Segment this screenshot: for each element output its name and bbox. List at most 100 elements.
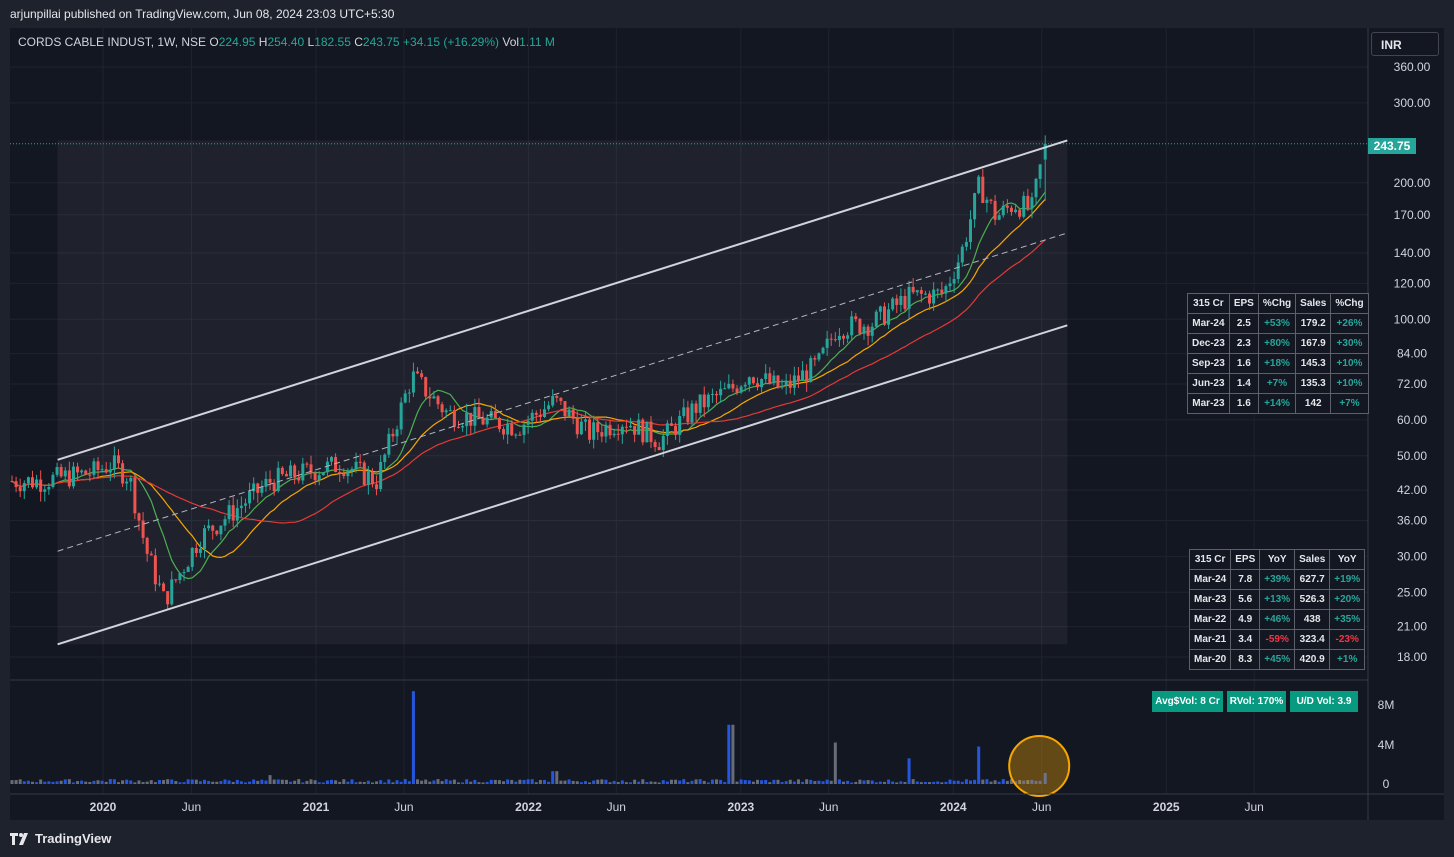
currency-selector[interactable]: INR — [1371, 32, 1439, 56]
candle-body — [100, 469, 104, 471]
volume-bar — [145, 781, 149, 784]
volume-bar — [88, 782, 92, 784]
candle-body — [772, 375, 776, 384]
volume-bar — [424, 779, 428, 784]
volume-bar — [121, 780, 125, 784]
volume-axis: 8M 4M 0 — [1378, 698, 1395, 791]
candle-body — [678, 416, 682, 435]
volume-bar — [522, 779, 526, 784]
volume-bar — [239, 781, 243, 784]
candle-body — [973, 193, 977, 220]
candle-body — [743, 384, 747, 387]
volume-bar — [583, 781, 587, 784]
volume-bar — [194, 779, 198, 784]
candle-body — [903, 296, 907, 309]
volume-bar — [751, 781, 755, 784]
volume-bar — [813, 781, 817, 784]
candle-body — [948, 283, 952, 287]
candle-body — [674, 425, 678, 435]
candle-body — [436, 396, 440, 405]
candle-body — [485, 417, 489, 425]
volume-tick-label: 8M — [1378, 698, 1395, 712]
volume-bar — [772, 779, 776, 784]
table-row: Mar-24 7.8 +39% 627.7 +19% — [1188, 569, 1366, 590]
candle-body — [452, 410, 456, 427]
volume-bar — [710, 779, 714, 784]
volume-bar — [473, 779, 477, 784]
candle-body — [342, 473, 346, 477]
volume-bar — [375, 781, 379, 784]
volume-bar — [186, 779, 190, 784]
volume-bar — [608, 782, 612, 784]
chart-canvas[interactable]: 360.00 300.00 200.00 170.00 140.00 120.00 100.… — [0, 0, 1454, 857]
table-cell: 323.4 — [1294, 629, 1331, 650]
candle-body — [686, 407, 690, 423]
candle-body — [596, 422, 600, 433]
table-cell: -23% — [1329, 629, 1366, 650]
candle-body — [481, 417, 485, 425]
volume-label: Vol — [502, 35, 520, 49]
volume-bar — [817, 780, 821, 784]
candle-body — [166, 591, 170, 605]
volume-bar — [674, 779, 678, 784]
volume-bar — [780, 782, 784, 784]
candle-body — [661, 435, 665, 451]
candle-body — [317, 475, 321, 481]
last-price-tag: 243.75 — [1368, 138, 1416, 154]
volume-bar — [739, 779, 743, 784]
tradingview-logo[interactable]: TradingView — [10, 831, 111, 846]
volume-bar — [297, 779, 301, 784]
volume-bar — [768, 782, 772, 784]
volume-bar — [993, 780, 997, 784]
table-cell: +14% — [1257, 393, 1297, 414]
volume-bar — [907, 758, 911, 784]
time-tick-label: Jun — [1032, 800, 1051, 814]
volume-bar — [801, 781, 805, 784]
volume-bar — [575, 781, 579, 784]
candle-body — [174, 579, 178, 581]
close-value: 243.75 — [362, 35, 400, 49]
close-label: C — [354, 35, 363, 49]
candle-body — [440, 404, 444, 413]
candle-body — [215, 530, 219, 535]
candle-body — [977, 176, 981, 194]
volume-bar — [645, 781, 649, 784]
volume-bar — [985, 779, 989, 784]
candle-body — [203, 528, 207, 549]
price-tick-label: 18.00 — [1397, 650, 1427, 664]
symbol-name[interactable]: CORDS CABLE INDUST, 1W, NSE — [18, 35, 206, 49]
candle-body — [1018, 209, 1022, 217]
table-row: Sep-23 1.6 +18% 145.3 +10% — [1187, 353, 1369, 374]
candle-body — [616, 433, 620, 435]
price-tick-label: 84.00 — [1397, 347, 1427, 361]
candle-body — [182, 572, 186, 574]
table-cell: 2.3 — [1228, 333, 1259, 354]
candle-body — [764, 373, 768, 380]
volume-bar — [903, 782, 907, 784]
candle-body — [346, 470, 350, 477]
candle-body — [125, 481, 129, 484]
volume-bar — [899, 781, 903, 784]
volume-bar — [35, 782, 39, 784]
volume-bar — [559, 780, 563, 784]
candle-body — [649, 421, 653, 442]
volume-bar — [534, 782, 538, 784]
volume-bar — [829, 780, 833, 784]
candle-body — [30, 477, 34, 488]
symbol-legend[interactable]: CORDS CABLE INDUST, 1W, NSE O224.95 H254… — [18, 35, 555, 49]
volume-bar — [989, 781, 993, 784]
price-tick-label: 42.00 — [1397, 483, 1427, 497]
price-tick-label: 120.00 — [1394, 276, 1431, 290]
candle-body — [882, 306, 886, 325]
volume-bar — [407, 781, 411, 784]
volume-bar — [915, 781, 919, 784]
candle-body — [1030, 197, 1034, 209]
volume-bar — [563, 780, 567, 784]
candle-body — [162, 583, 166, 592]
volume-bar — [592, 780, 596, 784]
volume-bar — [354, 782, 358, 784]
table-cell: +18% — [1257, 353, 1297, 374]
candle-body — [149, 553, 153, 556]
table-cell: Jun-23 — [1187, 373, 1230, 394]
table-cell: +45% — [1259, 649, 1296, 670]
